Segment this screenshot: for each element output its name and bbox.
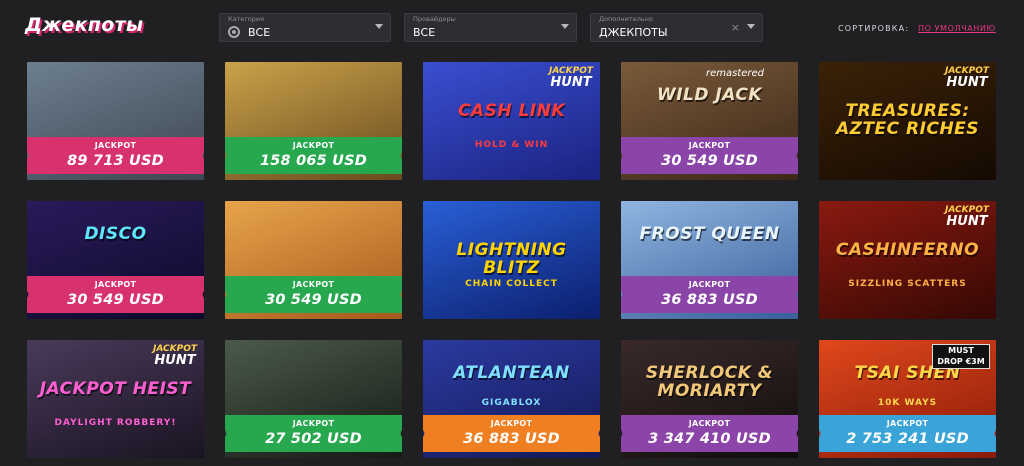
chevron-down-icon <box>561 24 569 29</box>
jackpot-ribbon: JACKPOT 2 753 241 USD <box>819 415 996 452</box>
jackpot-ribbon: JACKPOT 158 065 USD <box>225 137 402 174</box>
game-subtitle-art: SIZZLING SCATTERS <box>848 279 967 289</box>
jackpot-label: JACKPOT <box>292 280 335 289</box>
game-card[interactable]: WILD JACK remastered JACKPOT 30 549 USD <box>621 62 798 180</box>
game-title-art: CASHINFERNO <box>835 240 980 260</box>
jackpot-hunt-badge: JACKPOT HUNT <box>944 66 990 90</box>
jackpot-label: JACKPOT <box>688 280 731 289</box>
game-title-art: WILD JACK <box>656 85 763 105</box>
game-subtitle-art: HOLD & WIN <box>474 140 549 150</box>
game-subtitle-art: 10K WAYS <box>877 398 938 408</box>
game-card[interactable]: CASHINFERNO SIZZLING SCATTERS JACKPOT HUNT <box>819 201 996 319</box>
jackpot-ribbon: JACKPOT 36 883 USD <box>621 276 798 313</box>
extra-filter-label: Дополнительно <box>599 15 653 23</box>
jackpot-ribbon: JACKPOT 30 549 USD <box>27 276 204 313</box>
game-thumbnail: TREASURES: AZTEC RICHES JACKPOT HUNT <box>819 62 996 180</box>
clear-icon[interactable]: × <box>731 22 740 34</box>
jackpot-hunt-badge-line2: HUNT <box>154 353 196 368</box>
jackpot-hunt-badge-line2: HUNT <box>946 214 988 229</box>
game-title-art: TREASURES: AZTEC RICHES <box>835 101 980 139</box>
jackpot-label: JACKPOT <box>94 141 137 150</box>
game-title-art: SHERLOCK & MORIARTY <box>645 363 774 401</box>
must-drop-badge-line2: DROP €3M <box>937 357 985 366</box>
jackpot-hunt-badge: JACKPOT HUNT <box>152 344 198 368</box>
jackpot-label: JACKPOT <box>490 419 533 428</box>
jackpot-hunt-badge-line2: HUNT <box>550 75 592 90</box>
jackpot-label: JACKPOT <box>292 419 335 428</box>
providers-filter[interactable]: Провайдеры ВСЕ <box>404 13 577 42</box>
game-thumbnail: CASH LINK HOLD & WIN JACKPOT HUNT <box>423 62 600 180</box>
game-card[interactable]: JACKPOT HEIST DAYLIGHT ROBBERY! JACKPOT HUN… <box>27 340 204 458</box>
chevron-down-icon <box>747 24 755 29</box>
providers-filter-label: Провайдеры <box>413 15 456 23</box>
game-card[interactable]: FROST QUEEN JACKPOT 36 883 USD <box>621 201 798 319</box>
category-filter-value: ВСЕ <box>248 26 271 39</box>
game-title-art: ATLANTEAN <box>453 363 570 383</box>
jackpot-label: JACKPOT <box>292 141 335 150</box>
jackpot-ribbon: JACKPOT 89 713 USD <box>27 137 204 174</box>
jackpot-label: JACKPOT <box>688 419 731 428</box>
extra-filter[interactable]: Дополнительно ДЖЕКПОТЫ × <box>590 13 763 42</box>
game-title-art: CASH LINK <box>457 101 566 121</box>
jackpot-ribbon: JACKPOT 27 502 USD <box>225 415 402 452</box>
jackpot-ribbon: JACKPOT 3 347 410 USD <box>621 415 798 452</box>
game-subtitle-art: DAYLIGHT ROBBERY! <box>54 418 177 428</box>
game-card[interactable]: JACKPOT 30 549 USD <box>225 201 402 319</box>
jackpot-label: JACKPOT <box>688 141 731 150</box>
game-title-art: DISCO <box>84 224 147 244</box>
jackpot-hunt-badge: JACKPOT HUNT <box>548 66 594 90</box>
game-card[interactable]: TSAI SHEN 10K WAYS MUST DROP €3M JACKPOT 2 75… <box>819 340 996 458</box>
game-thumbnail: JACKPOT HEIST DAYLIGHT ROBBERY! JACKPOT HUN… <box>27 340 204 458</box>
page-title: Джекпоты <box>25 14 144 36</box>
game-card[interactable]: JACKPOT 158 065 USD <box>225 62 402 180</box>
sort-dropdown[interactable]: ПО УМОЛЧАНИЮ <box>918 24 996 33</box>
jackpot-label: JACKPOT <box>886 419 929 428</box>
jackpot-ribbon: JACKPOT 36 883 USD <box>423 415 600 452</box>
top-bar: Джекпоты Категория ВСЕ Провайдеры ВСЕ До… <box>0 0 1024 58</box>
jackpot-label: JACKPOT <box>94 280 137 289</box>
jackpot-amount: 36 883 USD <box>661 292 758 308</box>
jackpot-amount: 30 549 USD <box>67 292 164 308</box>
game-title-art: JACKPOT HEIST <box>39 379 192 399</box>
game-card[interactable]: TREASURES: AZTEC RICHES JACKPOT HUNT <box>819 62 996 180</box>
game-title-art: FROST QUEEN <box>639 224 780 244</box>
category-filter[interactable]: Категория ВСЕ <box>219 13 391 42</box>
game-card[interactable]: LIGHTNING BLITZ CHAIN COLLECT <box>423 201 600 319</box>
jackpot-amount: 89 713 USD <box>67 153 164 169</box>
game-card[interactable]: JACKPOT 27 502 USD <box>225 340 402 458</box>
jackpot-hunt-badge: JACKPOT HUNT <box>944 205 990 229</box>
category-icon <box>228 26 240 38</box>
jackpot-amount: 2 753 241 USD <box>846 431 969 447</box>
game-title-art: LIGHTNING BLITZ <box>456 240 567 278</box>
game-thumbnail: LIGHTNING BLITZ CHAIN COLLECT <box>423 201 600 319</box>
game-card[interactable]: ATLANTEAN GIGABLOX JACKPOT 36 883 USD <box>423 340 600 458</box>
jackpot-amount: 27 502 USD <box>265 431 362 447</box>
jackpot-amount: 36 883 USD <box>463 431 560 447</box>
providers-filter-value: ВСЕ <box>413 26 436 39</box>
jackpot-ribbon: JACKPOT 30 549 USD <box>225 276 402 313</box>
remastered-badge: remastered <box>705 68 764 79</box>
sort-label: СОРТИРОВКА: <box>838 24 910 33</box>
game-thumbnail: CASHINFERNO SIZZLING SCATTERS JACKPOT HUNT <box>819 201 996 319</box>
jackpot-amount: 158 065 USD <box>259 153 368 169</box>
game-subtitle-art: CHAIN COLLECT <box>465 279 558 289</box>
must-drop-badge: MUST DROP €3M <box>932 344 990 369</box>
jackpot-amount: 3 347 410 USD <box>648 431 771 447</box>
jackpot-hunt-badge-line2: HUNT <box>946 75 988 90</box>
game-card[interactable]: JACKPOT 89 713 USD <box>27 62 204 180</box>
game-grid: JACKPOT 89 713 USD JACKPOT 158 065 USD CASH … <box>27 62 999 458</box>
extra-filter-value: ДЖЕКПОТЫ <box>599 26 668 39</box>
jackpot-ribbon: JACKPOT 30 549 USD <box>621 137 798 174</box>
jackpot-amount: 30 549 USD <box>265 292 362 308</box>
game-card[interactable]: SHERLOCK & MORIARTY JACKPOT 3 347 410 USD <box>621 340 798 458</box>
game-subtitle-art: GIGABLOX <box>481 398 542 408</box>
must-drop-badge-line1: MUST <box>948 346 974 355</box>
game-card[interactable]: CASH LINK HOLD & WIN JACKPOT HUNT <box>423 62 600 180</box>
category-filter-label: Категория <box>228 15 265 23</box>
game-card[interactable]: DISCO JACKPOT 30 549 USD <box>27 201 204 319</box>
chevron-down-icon <box>375 24 383 29</box>
jackpot-amount: 30 549 USD <box>661 153 758 169</box>
